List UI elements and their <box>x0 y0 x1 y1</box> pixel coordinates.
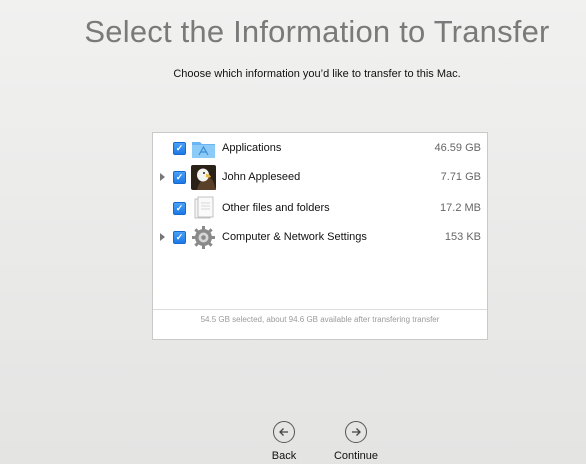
list-item-applications[interactable]: ✓ Applications 46.59 GB <box>153 135 487 161</box>
selection-summary: 54.5 GB selected, about 94.6 GB availabl… <box>153 309 487 330</box>
john-appleseed-checkbox[interactable]: ✓ <box>173 170 186 184</box>
back-label: Back <box>271 450 297 462</box>
applications-checkbox[interactable]: ✓ <box>173 141 186 155</box>
list-item-john-appleseed[interactable]: ✓ John Appleseed 7.71 GB <box>153 164 487 190</box>
list-item-other-files[interactable]: ✓ Other files and folders 17.2 MB <box>153 195 487 221</box>
applications-folder-icon <box>191 136 216 161</box>
john-appleseed-size: 7.71 GB <box>440 171 481 183</box>
disclosure-triangle-icon[interactable] <box>160 233 165 241</box>
computer-network-settings-checkbox[interactable]: ✓ <box>173 230 186 244</box>
computer-network-settings-label: Computer & Network Settings <box>222 231 367 243</box>
applications-size: 46.59 GB <box>434 142 481 154</box>
page-subtitle: Choose which information you’d like to t… <box>173 68 461 80</box>
continue-button[interactable]: Continue <box>326 421 386 462</box>
other-files-size: 17.2 MB <box>440 202 481 214</box>
other-files-label: Other files and folders <box>222 202 330 214</box>
computer-network-settings-size: 153 KB <box>444 231 481 243</box>
john-appleseed-label: John Appleseed <box>222 171 301 183</box>
back-arrow-icon[interactable] <box>273 421 295 443</box>
other-files-checkbox[interactable]: ✓ <box>173 201 186 215</box>
disclosure-triangle-icon[interactable] <box>160 173 165 181</box>
documents-icon <box>191 196 216 221</box>
list-item-computer-network-settings[interactable]: ✓ Computer & Network Settings 153 KB <box>153 224 487 250</box>
continue-label: Continue <box>333 450 379 462</box>
back-button[interactable]: Back <box>254 421 314 462</box>
applications-label: Applications <box>222 142 282 154</box>
transfer-list-panel: ✓ Applications 46.59 GB ✓ John Appleseed… <box>152 132 488 340</box>
forward-arrow-icon[interactable] <box>345 421 367 443</box>
gear-icon <box>191 225 216 250</box>
user-eagle-avatar-icon <box>191 164 216 190</box>
page-title: Select the Information to Transfer <box>84 14 550 49</box>
